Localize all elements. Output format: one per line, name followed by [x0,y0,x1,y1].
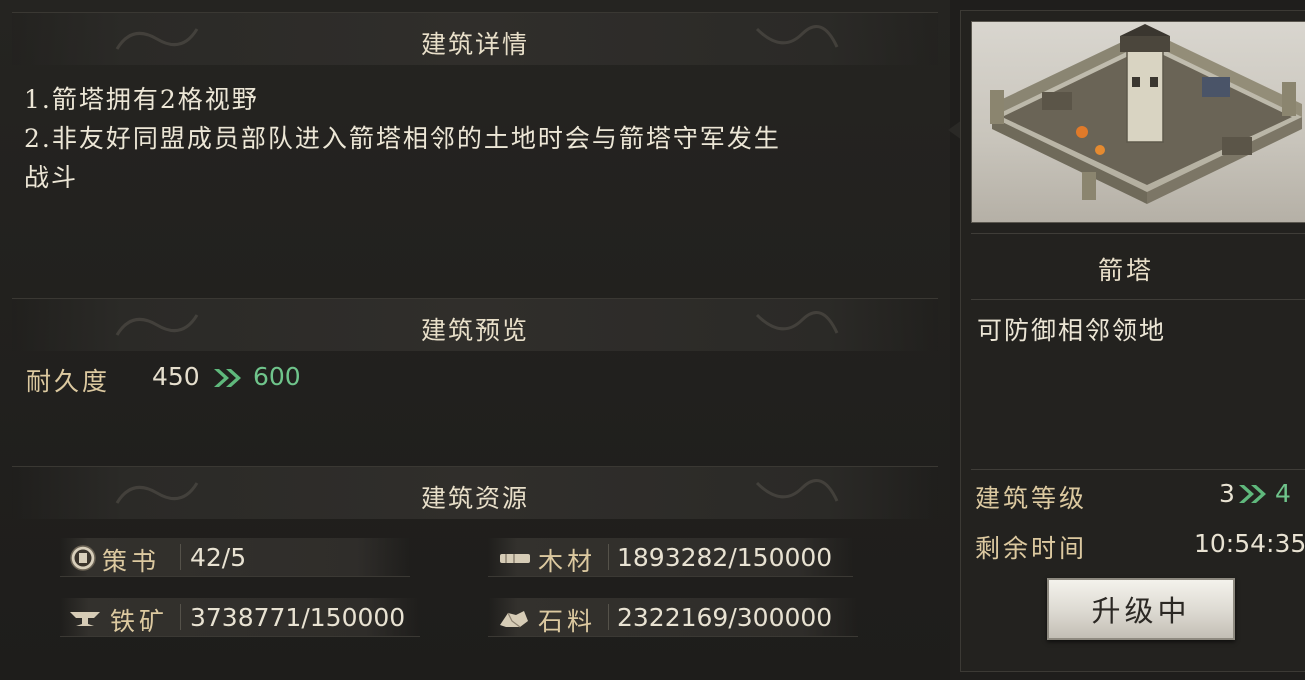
separator [180,544,181,570]
details-title: 建筑详情 [420,30,529,59]
iron-icon [70,612,100,626]
resource-value: 1893282/150000 [617,543,833,572]
divider [971,299,1305,300]
details-header: 建筑详情 [12,12,938,65]
building-description: 可防御相邻领地 [977,316,1167,345]
detail-line-3: 战斗 [24,163,79,192]
resource-value: 42/5 [190,543,247,572]
durability-current: 450 [152,362,200,391]
level-current: 3 [1219,479,1235,508]
resource-value: 3738771/150000 [190,603,406,632]
double-chevron-icon [1239,485,1266,503]
durability-next: 600 [253,362,301,391]
resources-title: 建筑资源 [420,484,529,513]
separator [608,604,609,630]
preview-title: 建筑预览 [420,316,529,345]
durability-label: 耐久度 [26,367,111,396]
wood-icon [500,554,530,563]
divider [971,233,1305,234]
resource-label: 铁矿 [110,607,169,636]
building-preview-image [971,21,1305,223]
resource-row-iron: 铁矿 3738771/150000 [60,598,420,637]
resource-label: 策书 [102,547,161,576]
resources-header: 建筑资源 [12,466,938,519]
arrow-tower-illustration-icon [990,24,1302,204]
level-label: 建筑等级 [975,484,1088,513]
stone-icon [500,611,528,628]
detail-line-1: 1.箭塔拥有2格视野 [24,85,259,114]
building-info-panel: 箭塔 可防御相邻领地 建筑等级 3 4 剩余时间 10:54:35 升级中 [960,10,1305,672]
resource-value: 2322169/300000 [617,603,833,632]
divider [971,469,1305,470]
upgrade-button[interactable]: 升级中 [1047,578,1235,640]
building-name: 箭塔 [1097,256,1154,285]
resource-row-book: 策书 42/5 [60,538,410,577]
preview-header: 建筑预览 [12,298,938,351]
separator [608,544,609,570]
book-icon [70,545,96,571]
separator [180,604,181,630]
resource-label: 木材 [538,547,597,576]
time-remaining: 10:54:35 [1194,529,1305,558]
double-chevron-icon [214,369,241,387]
time-label: 剩余时间 [975,534,1088,563]
resource-label: 石料 [538,607,597,636]
detail-line-2: 2.非友好同盟成员部队进入箭塔相邻的土地时会与箭塔守军发生 [24,124,781,153]
resource-row-wood: 木材 1893282/150000 [488,538,853,577]
resource-row-stone: 石料 2322169/300000 [488,598,858,637]
level-next: 4 [1275,479,1291,508]
left-panel: 建筑详情 1.箭塔拥有2格视野 2.非友好同盟成员部队进入箭塔相邻的土地时会与箭… [0,0,950,680]
